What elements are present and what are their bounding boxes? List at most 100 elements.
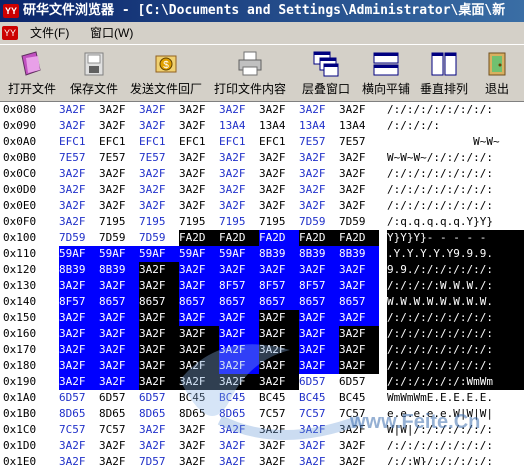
- hex-cell[interactable]: 59AF: [99, 246, 139, 262]
- hex-cell[interactable]: 8657: [219, 294, 259, 310]
- ascii-column[interactable]: /:/:/:/:/:/:/:/:: [387, 438, 524, 454]
- hex-cell[interactable]: EFC1: [219, 134, 259, 150]
- hex-cell[interactable]: 8B39: [339, 246, 379, 262]
- hex-row[interactable]: 0x090 3A2F 3A2F 3A2F 3A2F 13A4 13A4 13A4 13A4/:/…: [0, 118, 524, 134]
- hex-cell[interactable]: 3A2F: [219, 326, 259, 342]
- hex-cell[interactable]: 3A2F: [179, 262, 219, 278]
- hex-cell[interactable]: 7C57: [259, 406, 299, 422]
- hex-cell[interactable]: 6D57: [59, 390, 99, 406]
- hex-cell[interactable]: 3A2F: [339, 310, 379, 326]
- hex-cell[interactable]: 3A2F: [219, 358, 259, 374]
- hex-cell[interactable]: 8B39: [99, 262, 139, 278]
- hex-cell[interactable]: 8657: [339, 294, 379, 310]
- ascii-column[interactable]: e.e.e.e.e.W|W|W|: [387, 406, 524, 422]
- hex-cell[interactable]: 6D57: [139, 390, 179, 406]
- hex-cell[interactable]: 13A4: [259, 118, 299, 134]
- hex-cell[interactable]: EFC1: [99, 134, 139, 150]
- tile-vertical-button[interactable]: 垂直排列: [418, 47, 470, 99]
- hex-cell[interactable]: FA2D: [179, 230, 219, 246]
- hex-row[interactable]: 0x1E0 3A2F 3A2F 7D57 3A2F 3A2F 3A2F 3A2F 3A2F/:/…: [0, 454, 524, 465]
- hex-row[interactable]: 0x080 3A2F 3A2F 3A2F 3A2F 3A2F 3A2F 3A2F 3A2F/:/…: [0, 102, 524, 118]
- hex-cell[interactable]: 3A2F: [339, 150, 379, 166]
- hex-cell[interactable]: 3A2F: [339, 342, 379, 358]
- hex-cell[interactable]: 3A2F: [259, 326, 299, 342]
- hex-cell[interactable]: 6D57: [99, 390, 139, 406]
- ascii-column[interactable]: .Y.Y.Y.Y.Y9.9.9.: [387, 246, 524, 262]
- hex-cell[interactable]: 3A2F: [59, 310, 99, 326]
- hex-cell[interactable]: 3A2F: [299, 358, 339, 374]
- hex-cell[interactable]: BC45: [339, 390, 379, 406]
- hex-view[interactable]: 0x080 3A2F 3A2F 3A2F 3A2F 3A2F 3A2F 3A2F 3A2F/:/…: [0, 102, 524, 465]
- hex-cell[interactable]: EFC1: [59, 134, 99, 150]
- ascii-column[interactable]: W.W.W.W.W.W.W.W.: [387, 294, 524, 310]
- hex-cell[interactable]: 3A2F: [259, 182, 299, 198]
- ascii-column[interactable]: Y}Y}Y}- - - - -: [387, 230, 524, 246]
- hex-cell[interactable]: 3A2F: [99, 374, 139, 390]
- hex-row[interactable]: 0x130 3A2F 3A2F 3A2F 3A2F 8F57 8F57 8F57 3A2F/:/…: [0, 278, 524, 294]
- hex-cell[interactable]: 3A2F: [219, 342, 259, 358]
- hex-cell[interactable]: 3A2F: [259, 150, 299, 166]
- hex-cell[interactable]: 3A2F: [139, 102, 179, 118]
- hex-cell[interactable]: 3A2F: [299, 150, 339, 166]
- hex-cell[interactable]: FA2D: [219, 230, 259, 246]
- hex-cell[interactable]: 3A2F: [219, 182, 259, 198]
- hex-cell[interactable]: 7195: [99, 214, 139, 230]
- hex-cell[interactable]: 3A2F: [99, 118, 139, 134]
- hex-row[interactable]: 0x170 3A2F 3A2F 3A2F 3A2F 3A2F 3A2F 3A2F 3A2F/:/…: [0, 342, 524, 358]
- hex-cell[interactable]: 3A2F: [179, 182, 219, 198]
- hex-cell[interactable]: 3A2F: [139, 198, 179, 214]
- hex-cell[interactable]: 3A2F: [59, 326, 99, 342]
- hex-cell[interactable]: 3A2F: [59, 102, 99, 118]
- hex-cell[interactable]: 3A2F: [59, 454, 99, 465]
- hex-row[interactable]: 0x150 3A2F 3A2F 3A2F 3A2F 3A2F 3A2F 3A2F 3A2F/:/…: [0, 310, 524, 326]
- hex-cell[interactable]: 3A2F: [59, 214, 99, 230]
- hex-row[interactable]: 0x0A0 EFC1 EFC1 EFC1 EFC1 EFC1 EFC1 7E57 7E57 W~…: [0, 134, 524, 150]
- hex-cell[interactable]: 3A2F: [219, 150, 259, 166]
- ascii-column[interactable]: /:/:/:/:/:/:WmWm: [387, 374, 524, 390]
- hex-cell[interactable]: 3A2F: [219, 438, 259, 454]
- hex-cell[interactable]: 8D65: [99, 406, 139, 422]
- hex-cell[interactable]: 3A2F: [219, 454, 259, 465]
- hex-cell[interactable]: 3A2F: [59, 342, 99, 358]
- ascii-column[interactable]: /:q.q.q.q.q.Y}Y}: [387, 214, 524, 230]
- ascii-column[interactable]: /:/:/:/:: [387, 118, 524, 134]
- hex-cell[interactable]: 59AF: [219, 246, 259, 262]
- ascii-column[interactable]: /:/:W}/:/:/:/:/:: [387, 454, 524, 465]
- ascii-column[interactable]: W|W|/:/:/:/:/:/:: [387, 422, 524, 438]
- hex-cell[interactable]: 8657: [299, 294, 339, 310]
- hex-cell[interactable]: 3A2F: [99, 438, 139, 454]
- hex-cell[interactable]: 3A2F: [99, 278, 139, 294]
- hex-cell[interactable]: 3A2F: [339, 166, 379, 182]
- hex-cell[interactable]: 7C57: [99, 422, 139, 438]
- hex-cell[interactable]: 7195: [139, 214, 179, 230]
- hex-cell[interactable]: 3A2F: [139, 326, 179, 342]
- hex-cell[interactable]: 3A2F: [139, 310, 179, 326]
- hex-cell[interactable]: 7E57: [59, 150, 99, 166]
- hex-cell[interactable]: 3A2F: [339, 422, 379, 438]
- ascii-column[interactable]: /:/:/:/:W.W.W./:: [387, 278, 524, 294]
- hex-cell[interactable]: EFC1: [179, 134, 219, 150]
- hex-cell[interactable]: 3A2F: [59, 374, 99, 390]
- hex-cell[interactable]: 3A2F: [299, 326, 339, 342]
- hex-cell[interactable]: 3A2F: [219, 310, 259, 326]
- hex-cell[interactable]: 13A4: [219, 118, 259, 134]
- hex-cell[interactable]: 8F57: [299, 278, 339, 294]
- hex-cell[interactable]: 3A2F: [339, 262, 379, 278]
- hex-cell[interactable]: 3A2F: [179, 422, 219, 438]
- open-file-button[interactable]: 打开文件: [6, 47, 58, 99]
- save-file-button[interactable]: 保存文件: [66, 47, 122, 99]
- hex-row[interactable]: 0x180 3A2F 3A2F 3A2F 3A2F 3A2F 3A2F 3A2F 3A2F/:/…: [0, 358, 524, 374]
- hex-cell[interactable]: 3A2F: [99, 166, 139, 182]
- hex-cell[interactable]: 3A2F: [259, 374, 299, 390]
- hex-row[interactable]: 0x1D0 3A2F 3A2F 3A2F 3A2F 3A2F 3A2F 3A2F 3A2F/:/…: [0, 438, 524, 454]
- hex-row[interactable]: 0x0E0 3A2F 3A2F 3A2F 3A2F 3A2F 3A2F 3A2F 3A2F/:/…: [0, 198, 524, 214]
- hex-cell[interactable]: 3A2F: [339, 326, 379, 342]
- hex-cell[interactable]: 7195: [179, 214, 219, 230]
- hex-cell[interactable]: 3A2F: [299, 422, 339, 438]
- hex-row[interactable]: 0x1A0 6D57 6D57 6D57 BC45 BC45 BC45 BC45 BC45 WmW…: [0, 390, 524, 406]
- ascii-column[interactable]: /:/:/:/:/:/:/:/:: [387, 166, 524, 182]
- hex-cell[interactable]: 7C57: [339, 406, 379, 422]
- ascii-column[interactable]: /:/:/:/:/:/:/:/:: [387, 310, 524, 326]
- hex-cell[interactable]: BC45: [179, 390, 219, 406]
- hex-cell[interactable]: 6D57: [339, 374, 379, 390]
